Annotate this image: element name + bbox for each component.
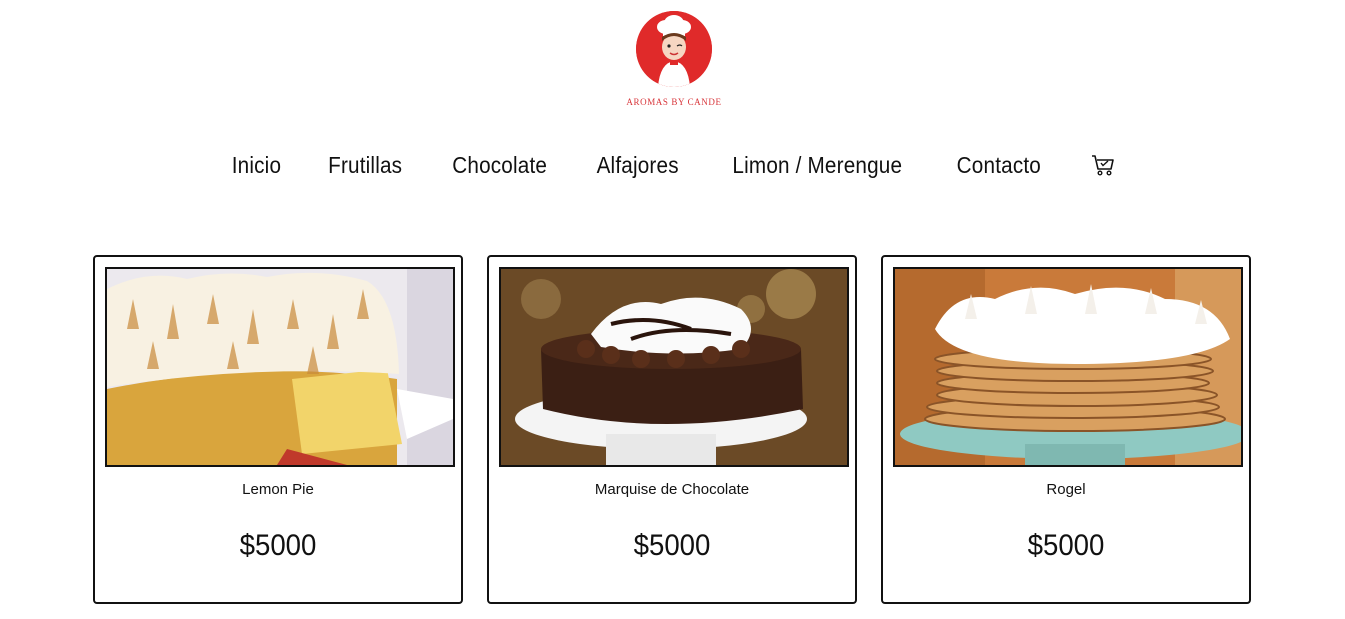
product-name: Marquise de Chocolate xyxy=(594,481,750,498)
nav-item-limon-merengue[interactable]: Limon / Merengue xyxy=(733,152,903,179)
nav-item-chocolate[interactable]: Chocolate xyxy=(452,152,547,179)
product-card[interactable]: Rogel $5000 xyxy=(881,255,1251,604)
product-card[interactable]: Marquise de Chocolate $5000 xyxy=(487,255,857,604)
product-price: $5000 xyxy=(633,529,711,562)
nav-item-alfajores[interactable]: Alfajores xyxy=(597,152,679,179)
product-price: $5000 xyxy=(1027,529,1105,562)
product-name: Rogel xyxy=(1046,481,1086,498)
brand-logo[interactable]: AROMAS BY CANDE xyxy=(618,8,730,108)
product-card[interactable]: Lemon Pie $5000 xyxy=(93,255,463,604)
chef-logo-icon xyxy=(636,11,712,87)
rogel-cake-image[interactable] xyxy=(893,267,1243,467)
chocolate-cake-image[interactable] xyxy=(499,267,849,467)
nav-item-frutillas[interactable]: Frutillas xyxy=(328,152,402,179)
main-nav: Inicio Frutillas Chocolate Alfajores Lim… xyxy=(0,143,1345,187)
product-price: $5000 xyxy=(239,529,317,562)
product-name: Lemon Pie xyxy=(242,481,314,498)
nav-item-contacto[interactable]: Contacto xyxy=(957,152,1041,179)
cart-icon[interactable] xyxy=(1090,152,1116,178)
brand-name: AROMAS BY CANDE xyxy=(626,97,722,107)
lemon-pie-image[interactable] xyxy=(105,267,455,467)
nav-item-inicio[interactable]: Inicio xyxy=(232,152,281,179)
